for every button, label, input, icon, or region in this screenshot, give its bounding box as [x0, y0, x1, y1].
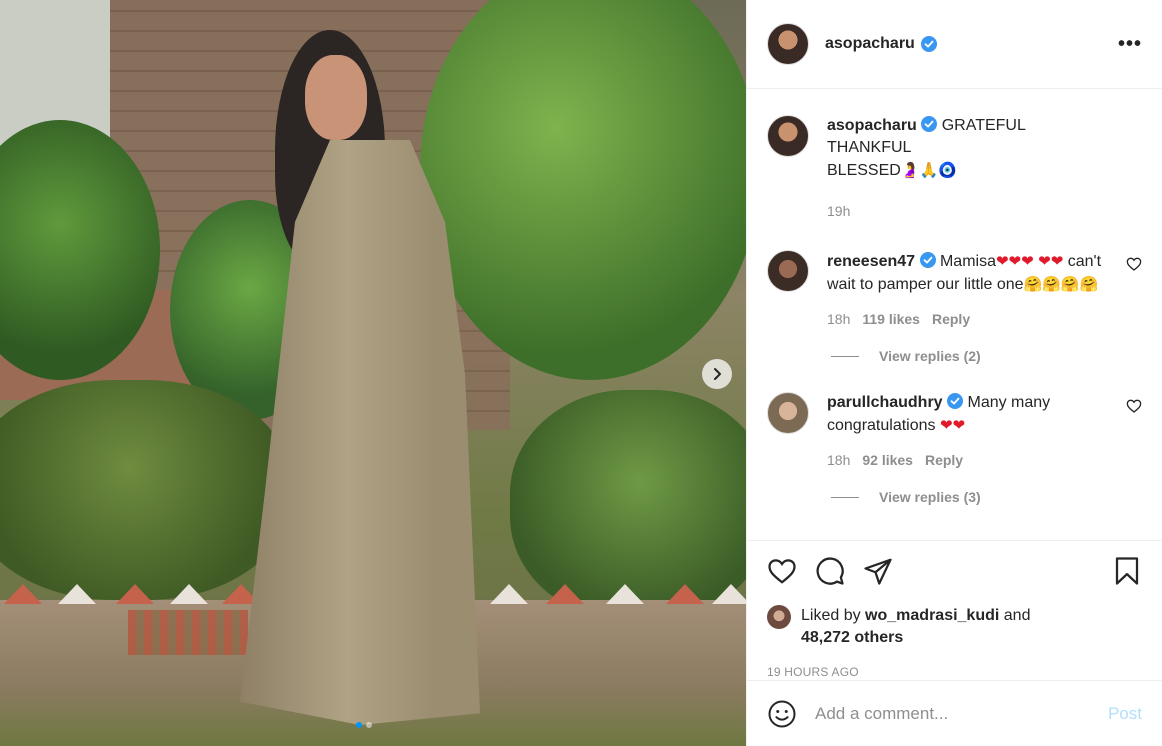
liked-by-text: Liked by wo_madrasi_kudi and 48,272 othe… [801, 605, 1030, 649]
view-replies-button[interactable]: View replies (3) [831, 489, 1142, 505]
caption-username[interactable]: asopacharu [827, 117, 917, 134]
carousel-indicator [356, 722, 372, 728]
comment-meta: 18h 119 likes Reply [827, 308, 1108, 330]
photo-stone [546, 584, 584, 604]
like-comment-heart-icon[interactable] [1126, 256, 1142, 272]
post-header: asopacharu ••• [747, 0, 1162, 89]
photo-stone [4, 584, 42, 604]
photo-face [305, 55, 367, 140]
heart-emoji: ❤❤ [939, 416, 966, 434]
view-replies-label: View replies (3) [879, 489, 981, 505]
comment-bubble-icon[interactable] [815, 556, 845, 586]
caption-body: asopacharu GRATEFUL THANKFUL BLESSED🤰🙏🧿 … [827, 115, 1142, 222]
view-replies-button[interactable]: View replies (2) [831, 348, 1142, 364]
emoji-smiley-icon[interactable] [767, 699, 797, 729]
photo-rug [128, 610, 248, 655]
post-timestamp[interactable]: 19 HOURS AGO [767, 665, 1142, 679]
save-bookmark-icon[interactable] [1112, 556, 1142, 586]
photo-stone [666, 584, 704, 604]
comment-input[interactable] [815, 703, 1090, 724]
heart-emoji: ❤❤ [1038, 252, 1064, 270]
chevron-right-icon [714, 368, 721, 380]
caption-line: THANKFUL [827, 139, 912, 156]
comment-item: parullchaudhry Many many congratulations… [767, 392, 1142, 471]
like-comment-heart-icon[interactable] [1126, 398, 1142, 414]
post-modal: asopacharu ••• asopacharu GRATEFUL THANK… [0, 0, 1162, 746]
author-name-group: asopacharu [825, 35, 937, 53]
comment-likes[interactable]: 92 likes [862, 449, 913, 471]
liked-by-and: and [1003, 607, 1031, 624]
photo-stone [490, 584, 528, 604]
heart-emoji: ❤❤❤ [995, 252, 1034, 270]
carousel-dot-active [356, 722, 362, 728]
photo-stone [606, 584, 644, 604]
caption-meta: 19h [827, 200, 1142, 222]
post-side-panel: asopacharu ••• asopacharu GRATEFUL THANK… [746, 0, 1162, 746]
caption-line: BLESSED [827, 162, 901, 179]
comment-body: reneesen47 Mamisa❤❤❤ ❤❤ can't wait to pa… [827, 250, 1108, 330]
add-comment-bar: Post [747, 680, 1162, 746]
liked-by: Liked by wo_madrasi_kudi and 48,272 othe… [767, 605, 1142, 649]
photo-dress [240, 140, 480, 725]
liker-username[interactable]: wo_madrasi_kudi [865, 607, 999, 624]
caption-line: GRATEFUL [941, 117, 1026, 134]
action-icons [767, 555, 1142, 587]
hug-emoji: 🤗🤗🤗🤗 [1023, 275, 1099, 293]
comment-time[interactable]: 18h [827, 308, 850, 330]
commenter-avatar[interactable] [767, 392, 809, 434]
author-avatar[interactable] [767, 23, 809, 65]
photo-stone [712, 584, 746, 604]
view-replies-label: View replies (2) [879, 348, 981, 364]
verified-badge-icon [947, 393, 964, 409]
share-paper-plane-icon[interactable] [863, 556, 893, 586]
more-options-button[interactable]: ••• [1118, 33, 1142, 56]
comments-list[interactable]: asopacharu GRATEFUL THANKFUL BLESSED🤰🙏🧿 … [747, 89, 1162, 540]
comment-text: Mamisa [939, 253, 996, 270]
comment-time[interactable]: 18h [827, 449, 850, 471]
photo-stone [170, 584, 208, 604]
photo-person [235, 25, 495, 725]
like-heart-icon[interactable] [767, 556, 797, 586]
commenter-username[interactable]: reneesen47 [827, 253, 915, 270]
verified-badge-icon [920, 36, 937, 52]
reply-button[interactable]: Reply [932, 308, 970, 330]
liked-by-prefix: Liked by [801, 607, 861, 624]
post-photo[interactable] [0, 0, 746, 746]
carousel-dot [366, 722, 372, 728]
post-comment-button[interactable]: Post [1108, 704, 1142, 724]
author-username[interactable]: asopacharu [825, 35, 915, 53]
reply-button[interactable]: Reply [925, 449, 963, 471]
post-actions: Liked by wo_madrasi_kudi and 48,272 othe… [747, 540, 1162, 680]
comment-body: parullchaudhry Many many congratulations… [827, 392, 1108, 471]
caption-time[interactable]: 19h [827, 200, 850, 222]
next-photo-button[interactable] [702, 359, 732, 389]
author-avatar[interactable] [767, 115, 809, 157]
commenter-username[interactable]: parullchaudhry [827, 394, 943, 411]
caption: asopacharu GRATEFUL THANKFUL BLESSED🤰🙏🧿 … [767, 115, 1142, 222]
replies-line [831, 355, 859, 357]
verified-badge-icon [919, 252, 936, 268]
liker-avatar[interactable] [767, 605, 791, 629]
comment-item: reneesen47 Mamisa❤❤❤ ❤❤ can't wait to pa… [767, 250, 1142, 330]
likes-count[interactable]: 48,272 others [801, 629, 903, 646]
commenter-avatar[interactable] [767, 250, 809, 292]
verified-badge-icon [921, 116, 938, 132]
photo-stone [58, 584, 96, 604]
replies-line [831, 496, 859, 498]
comment-likes[interactable]: 119 likes [862, 308, 920, 330]
photo-stone [116, 584, 154, 604]
caption-emoji: 🤰🙏🧿 [900, 161, 957, 179]
comment-meta: 18h 92 likes Reply [827, 449, 1108, 471]
